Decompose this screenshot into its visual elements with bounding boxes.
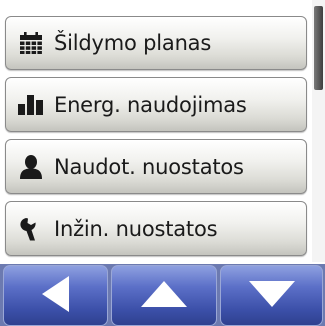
bar-chart-icon <box>18 92 44 118</box>
screen: Šildymo planas Energ. naudojimas Naudot.… <box>0 0 325 326</box>
menu-item-user-settings[interactable]: Naudot. nuostatos <box>5 139 307 194</box>
menu-item-label: Inžin. nuostatos <box>54 216 218 241</box>
menu-item-heating-schedule[interactable]: Šildymo planas <box>5 16 307 70</box>
arrow-left-icon <box>41 275 71 316</box>
menu-item-label: Naudot. nuostatos <box>54 154 244 179</box>
menu-item-label: Šildymo planas <box>54 31 212 55</box>
calendar-icon <box>18 30 44 56</box>
scroll-thumb[interactable] <box>314 6 323 90</box>
navigation-bar <box>0 264 325 326</box>
main-menu: Šildymo planas Energ. naudojimas Naudot.… <box>0 0 312 262</box>
menu-item-energy-usage[interactable]: Energ. naudojimas <box>5 77 307 132</box>
menu-item-label: Energ. naudojimas <box>54 92 247 117</box>
wrench-icon <box>18 216 44 242</box>
user-icon <box>18 154 44 180</box>
down-button[interactable] <box>220 265 323 326</box>
menu-item-engineering-settings[interactable]: Inžin. nuostatos <box>5 201 307 256</box>
scrollbar[interactable] <box>312 0 325 262</box>
arrow-up-icon <box>141 280 187 311</box>
up-button[interactable] <box>111 265 217 326</box>
back-button[interactable] <box>3 265 108 326</box>
arrow-down-icon <box>248 280 295 311</box>
